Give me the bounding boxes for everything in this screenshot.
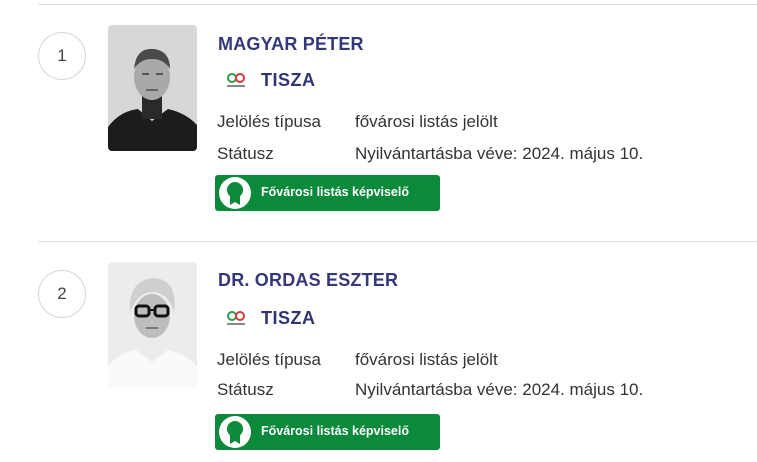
nomination-type-row: Jelölés típusa fővárosi listás jelölt — [217, 112, 498, 132]
party-name: TISZA — [261, 308, 316, 328]
candidate-card: 1 MAGYAR PÉTER TISZA Jelölés típusa fővá… — [0, 4, 757, 224]
nomination-type-value: fővárosi listás jelölt — [355, 112, 498, 131]
status-value: Nyilvántartásba véve: 2024. május 10. — [355, 380, 644, 399]
party-logo-icon — [227, 72, 245, 87]
candidate-number: 1 — [38, 32, 86, 80]
nomination-type-label: Jelölés típusa — [217, 112, 321, 131]
nomination-type-label: Jelölés típusa — [217, 350, 321, 369]
nomination-type-row: Jelölés típusa fővárosi listás jelölt — [217, 350, 498, 370]
badge-label: Fővárosi listás képviselő — [261, 424, 409, 438]
status-row: Státusz Nyilvántartásba véve: 2024. máju… — [217, 380, 643, 400]
representative-badge: Fővárosi listás képviselő — [215, 175, 440, 211]
award-seal-icon — [219, 177, 251, 209]
party: TISZA — [224, 70, 316, 91]
party: TISZA — [224, 308, 316, 329]
candidate-number: 2 — [38, 270, 86, 318]
nomination-type-value: fővárosi listás jelölt — [355, 350, 498, 369]
status-value: Nyilvántartásba véve: 2024. május 10. — [355, 144, 644, 163]
status-label: Státusz — [217, 380, 274, 399]
status-row: Státusz Nyilvántartásba véve: 2024. máju… — [217, 144, 643, 164]
badge-label: Fővárosi listás képviselő — [261, 185, 409, 199]
status-label: Státusz — [217, 144, 274, 163]
candidate-name[interactable]: MAGYAR PÉTER — [218, 34, 364, 55]
candidate-photo[interactable] — [108, 262, 197, 388]
candidate-photo[interactable] — [108, 25, 197, 151]
candidate-name[interactable]: DR. ORDAS ESZTER — [218, 270, 398, 291]
party-name: TISZA — [261, 70, 316, 90]
party-logo-icon — [227, 310, 245, 325]
candidate-card: 2 DR. ORDAS ESZTER TISZA Jelölés típusa … — [0, 242, 757, 462]
representative-badge: Fővárosi listás képviselő — [215, 414, 440, 450]
award-seal-icon — [219, 416, 251, 448]
